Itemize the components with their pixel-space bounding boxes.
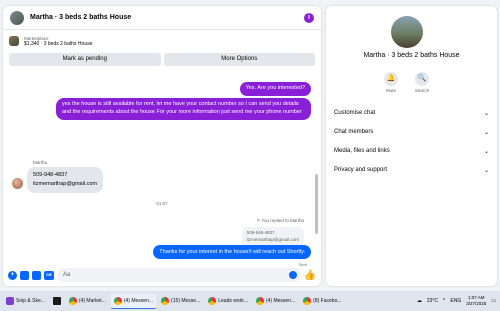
info-icon[interactable]: i — [304, 12, 314, 23]
taskbar-item-facebook[interactable]: (8) Facebo... — [300, 294, 344, 309]
chrome-icon — [68, 297, 77, 305]
search-button[interactable]: 🔍 Search — [410, 72, 434, 93]
incoming-email: itzmemarthap@gmail.com — [33, 180, 97, 187]
gif-icon[interactable]: GIF — [44, 270, 54, 280]
incoming-phone: 509-948-4837 — [33, 172, 68, 178]
message-incoming[interactable]: 509-948-4837 itzmemarthap@gmail.com — [27, 167, 103, 193]
profile-avatar[interactable] — [391, 16, 423, 48]
sender-name: Martha — [33, 160, 48, 165]
taskbar-item-app[interactable] — [50, 294, 64, 309]
thumbs-up-icon[interactable]: 👍 — [304, 270, 316, 281]
listing-banner[interactable]: Marketplace $1,340 · 3 beds 2 baths Hous… — [3, 30, 321, 50]
chevron-down-icon: ⌄ — [483, 110, 489, 117]
taskbar-item-messenger-2[interactable]: (15) Messe... — [158, 294, 203, 309]
mute-button[interactable]: 🔔 Mute — [379, 72, 403, 93]
quoted-email: itzmemarthap@gmail.com — [246, 236, 299, 242]
message-input-placeholder: Aa — [63, 272, 71, 278]
profile-name: Martha · 3 beds 2 baths House — [363, 52, 460, 59]
chrome-icon — [255, 297, 264, 305]
mute-label: Mute — [385, 88, 396, 93]
chrome-icon — [208, 297, 217, 305]
language-indicator[interactable]: ENG — [450, 298, 461, 304]
message-input[interactable]: Aa — [57, 268, 301, 282]
message-timestamp: 01:07 — [156, 201, 168, 206]
replied-to-label: ↰ You replied to Martha — [256, 218, 304, 223]
scrollbar[interactable] — [315, 174, 318, 234]
system-tray: ☁ 23°C ^ ENG 1:07 AM 3/27/2025 ▭ — [417, 291, 496, 311]
taskbar-item-messenger-3[interactable]: (4) Messen... — [253, 294, 298, 309]
plus-icon[interactable]: + — [8, 270, 17, 280]
search-label: Search — [414, 88, 430, 93]
message-outgoing-reply[interactable]: Thanks for your interest in the house!I … — [153, 245, 311, 259]
image-icon[interactable] — [20, 270, 29, 280]
listing-title: $1,340 · 3 beds 2 baths House — [24, 40, 93, 47]
chevron-down-icon: ⌄ — [483, 129, 489, 136]
snip-icon — [6, 297, 14, 305]
temperature[interactable]: 23°C — [427, 298, 438, 304]
chat-panel: Martha · 3 beds 2 baths House i Marketpl… — [3, 6, 321, 286]
sticker-icon[interactable] — [32, 270, 41, 280]
listing-thumbnail — [9, 36, 19, 46]
taskbar-item-snip[interactable]: Snip & Ske... — [3, 294, 48, 309]
composer: + GIF Aa 👍 — [3, 264, 321, 286]
clock[interactable]: 1:07 AM 3/27/2025 — [466, 295, 486, 307]
taskbar: Snip & Ske... (4) Market... (4) Messen..… — [0, 291, 500, 311]
chevron-down-icon: ⌄ — [483, 167, 489, 174]
avatar[interactable] — [10, 10, 24, 25]
chat-title[interactable]: Martha · 3 beds 2 baths House — [30, 14, 304, 21]
more-options-button[interactable]: More Options — [163, 53, 315, 66]
bell-icon: 🔔 — [384, 72, 398, 86]
info-panel: Martha · 3 beds 2 baths House 🔔 Mute 🔍 S… — [326, 6, 497, 286]
chrome-icon — [161, 297, 170, 305]
section-media-files-links[interactable]: Media, files and links ⌄ — [334, 145, 489, 157]
section-privacy-support[interactable]: Privacy and support ⌄ — [334, 164, 489, 176]
sender-avatar[interactable] — [12, 178, 23, 189]
emoji-icon[interactable] — [288, 271, 297, 279]
section-customise-chat[interactable]: Customise chat ⌄ — [334, 107, 489, 119]
taskbar-item-messenger[interactable]: (4) Messen... — [110, 293, 157, 309]
quoted-phone: 509-948-4837 — [246, 230, 275, 235]
taskbar-item-marketplace[interactable]: (4) Market... — [66, 294, 109, 309]
chevron-up-icon[interactable]: ^ — [443, 298, 445, 304]
notification-icon[interactable]: ▭ — [491, 298, 496, 304]
section-chat-members[interactable]: Chat members ⌄ — [334, 126, 489, 138]
mark-as-pending-button[interactable]: Mark as pending — [9, 53, 161, 66]
app-icon — [52, 297, 61, 305]
message-outgoing[interactable]: yes the house is still available for ren… — [56, 98, 311, 120]
chat-header: Martha · 3 beds 2 baths House i — [3, 6, 321, 30]
search-icon: 🔍 — [415, 72, 429, 86]
chrome-icon — [113, 296, 122, 305]
quoted-message[interactable]: 509-948-4837 itzmemarthap@gmail.com — [241, 227, 304, 247]
taskbar-item-leads[interactable]: Leads work... — [205, 294, 251, 309]
weather-icon[interactable]: ☁ — [417, 298, 422, 304]
message-outgoing[interactable]: Yes. Are you interested? — [239, 82, 311, 96]
chrome-icon — [303, 297, 312, 305]
chevron-down-icon: ⌄ — [483, 148, 489, 155]
